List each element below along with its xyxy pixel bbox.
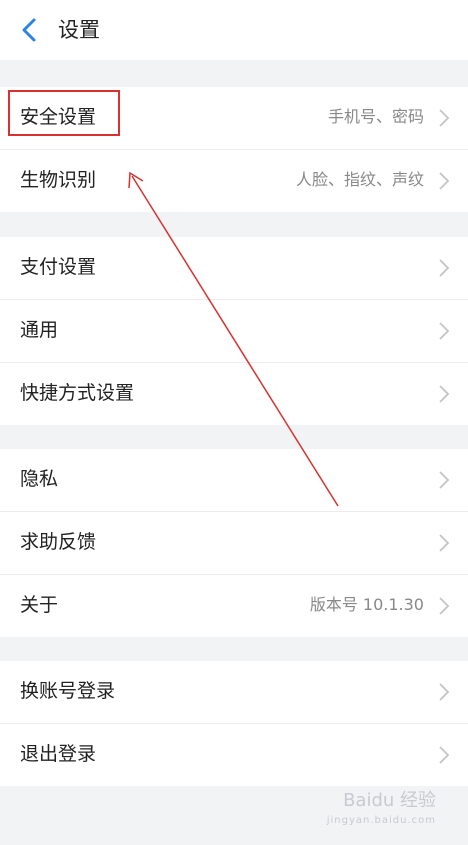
annotation-arrow xyxy=(128,171,339,507)
watermark-text: Baidu 经验 xyxy=(343,790,436,811)
watermark-sub: jingyan.baidu.com xyxy=(326,815,436,826)
watermark: Baidu 经验 jingyan.baidu.com xyxy=(327,791,436,831)
